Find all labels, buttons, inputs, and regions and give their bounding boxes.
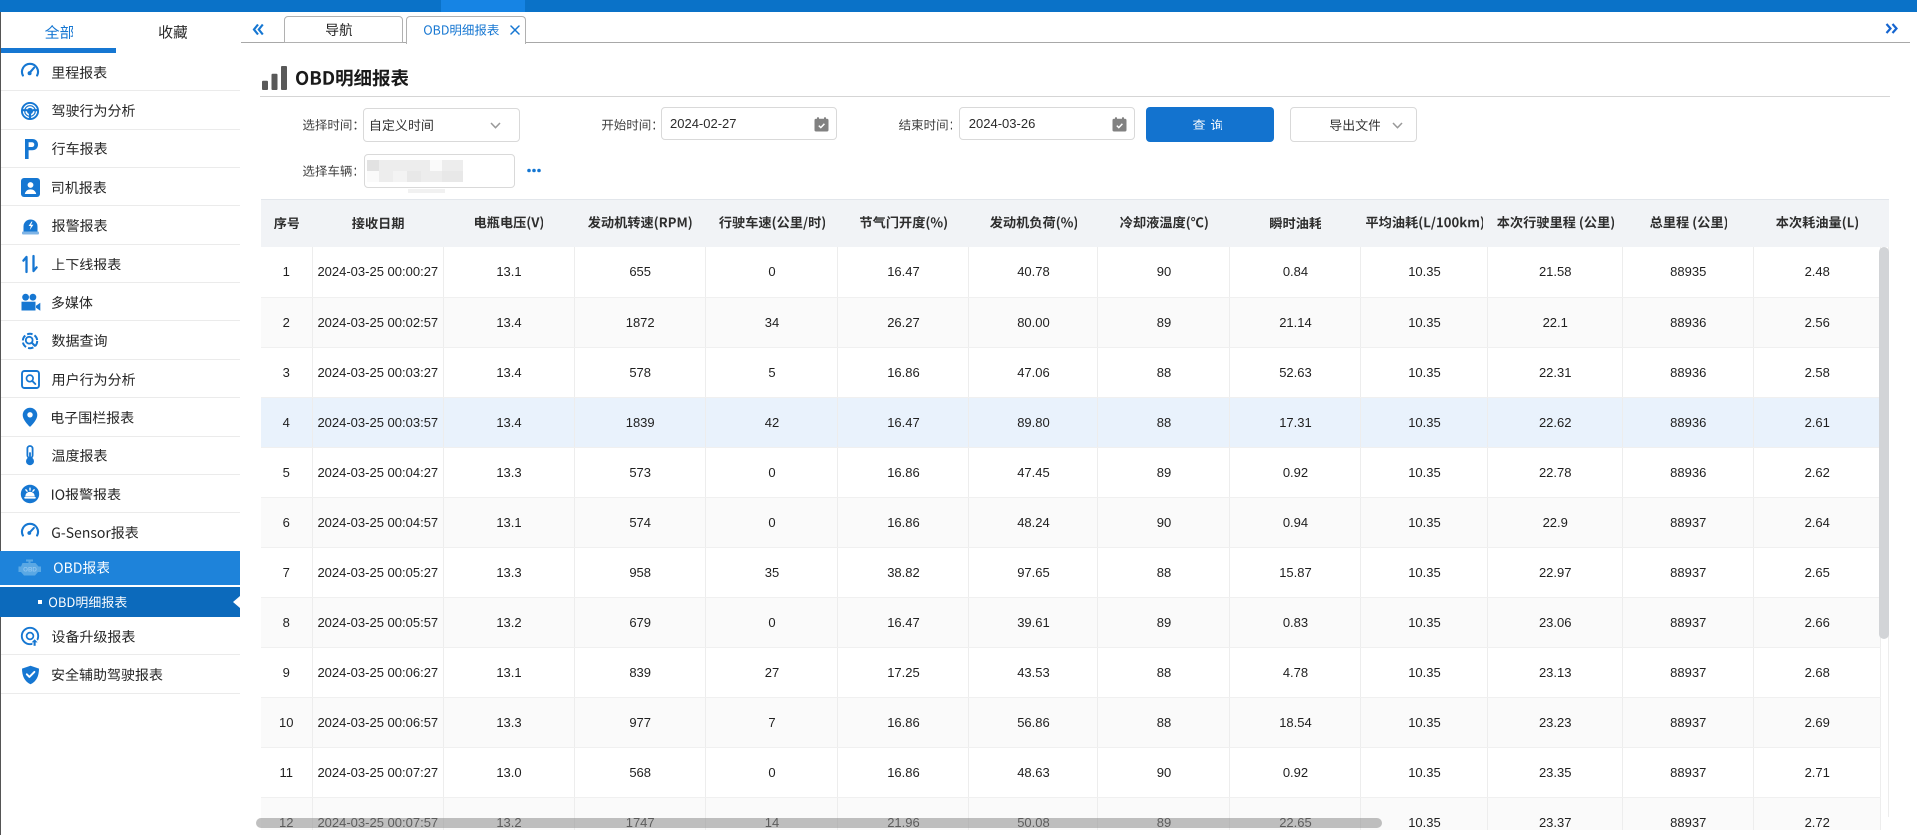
svg-text:OBD: OBD	[23, 566, 37, 573]
